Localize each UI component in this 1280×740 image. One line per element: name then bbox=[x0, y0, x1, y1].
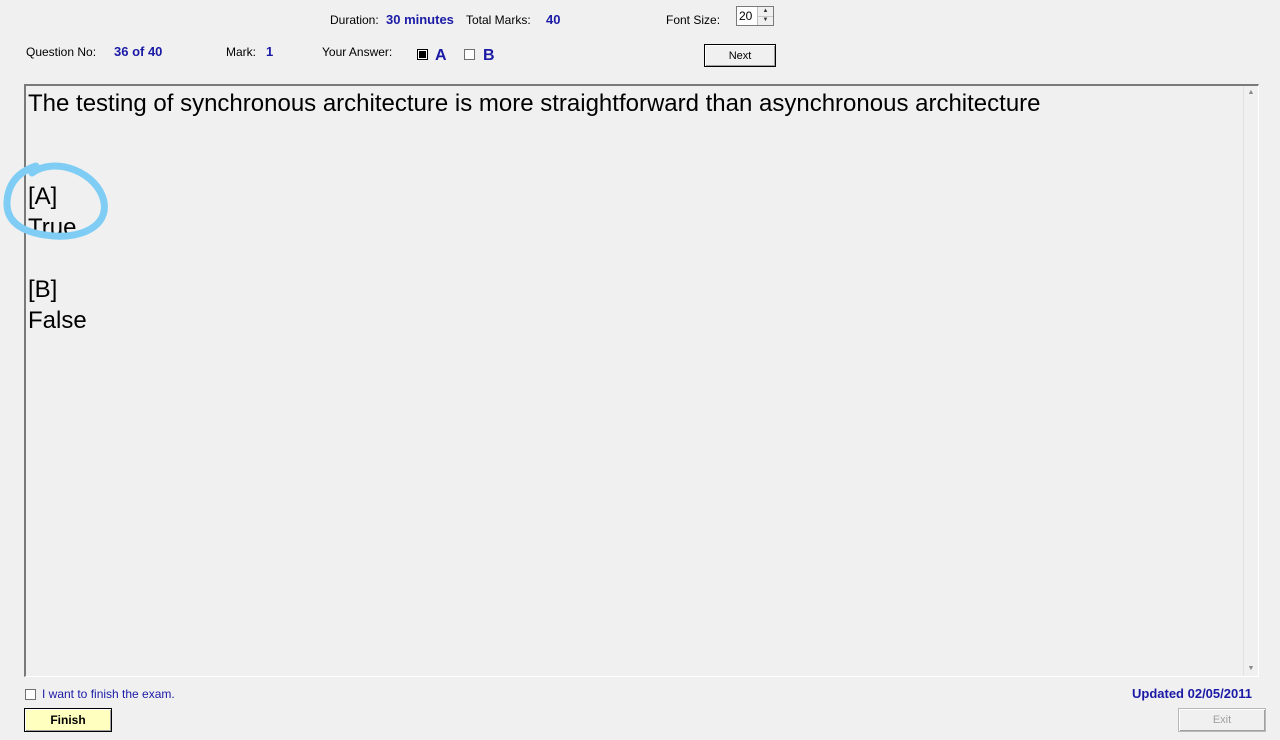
option-a: [A] True bbox=[28, 181, 76, 235]
option-a-key: [A] bbox=[28, 183, 58, 210]
exit-button[interactable]: Exit bbox=[1178, 708, 1266, 732]
font-size-spinner[interactable]: 20 ▲ ▼ bbox=[736, 6, 774, 26]
answer-b-label[interactable]: B bbox=[483, 47, 495, 65]
option-b: [B] False bbox=[28, 274, 87, 336]
next-button[interactable]: Next bbox=[704, 44, 776, 67]
answer-a-label[interactable]: A bbox=[435, 47, 447, 65]
updated-date: Updated 02/05/2011 bbox=[1132, 686, 1252, 701]
option-b-text: False bbox=[28, 307, 87, 334]
option-b-key: [B] bbox=[28, 276, 58, 303]
finish-exam-checkbox[interactable] bbox=[25, 689, 36, 700]
option-a-text: True bbox=[28, 214, 77, 235]
question-no-label: Question No: bbox=[26, 45, 97, 59]
question-panel: The testing of synchronous architecture … bbox=[24, 84, 1259, 677]
duration-value: 30 minutes bbox=[386, 12, 454, 27]
mark-value: 1 bbox=[266, 44, 274, 59]
font-size-label: Font Size: bbox=[666, 13, 721, 27]
mark-label: Mark: bbox=[226, 45, 256, 59]
question-no-value: 36 of 40 bbox=[114, 44, 163, 59]
font-size-value[interactable]: 20 bbox=[739, 9, 752, 23]
question-text: The testing of synchronous architecture … bbox=[28, 90, 1041, 117]
vertical-scrollbar[interactable]: ▲ ▼ bbox=[1243, 86, 1258, 676]
total-marks-label: Total Marks: bbox=[466, 13, 531, 27]
duration-label: Duration: bbox=[330, 13, 379, 27]
your-answer-label: Your Answer: bbox=[322, 45, 393, 59]
scroll-up-icon[interactable]: ▲ bbox=[1244, 86, 1258, 100]
scroll-down-icon[interactable]: ▼ bbox=[1244, 662, 1258, 676]
spin-down-icon[interactable]: ▼ bbox=[758, 16, 773, 25]
total-marks-value: 40 bbox=[546, 12, 561, 27]
answer-a-checkbox[interactable] bbox=[417, 49, 428, 60]
finish-button[interactable]: Finish bbox=[24, 708, 112, 732]
finish-exam-label[interactable]: I want to finish the exam. bbox=[42, 687, 175, 701]
spinner-buttons: ▲ ▼ bbox=[757, 7, 773, 25]
answer-b-checkbox[interactable] bbox=[464, 49, 475, 60]
